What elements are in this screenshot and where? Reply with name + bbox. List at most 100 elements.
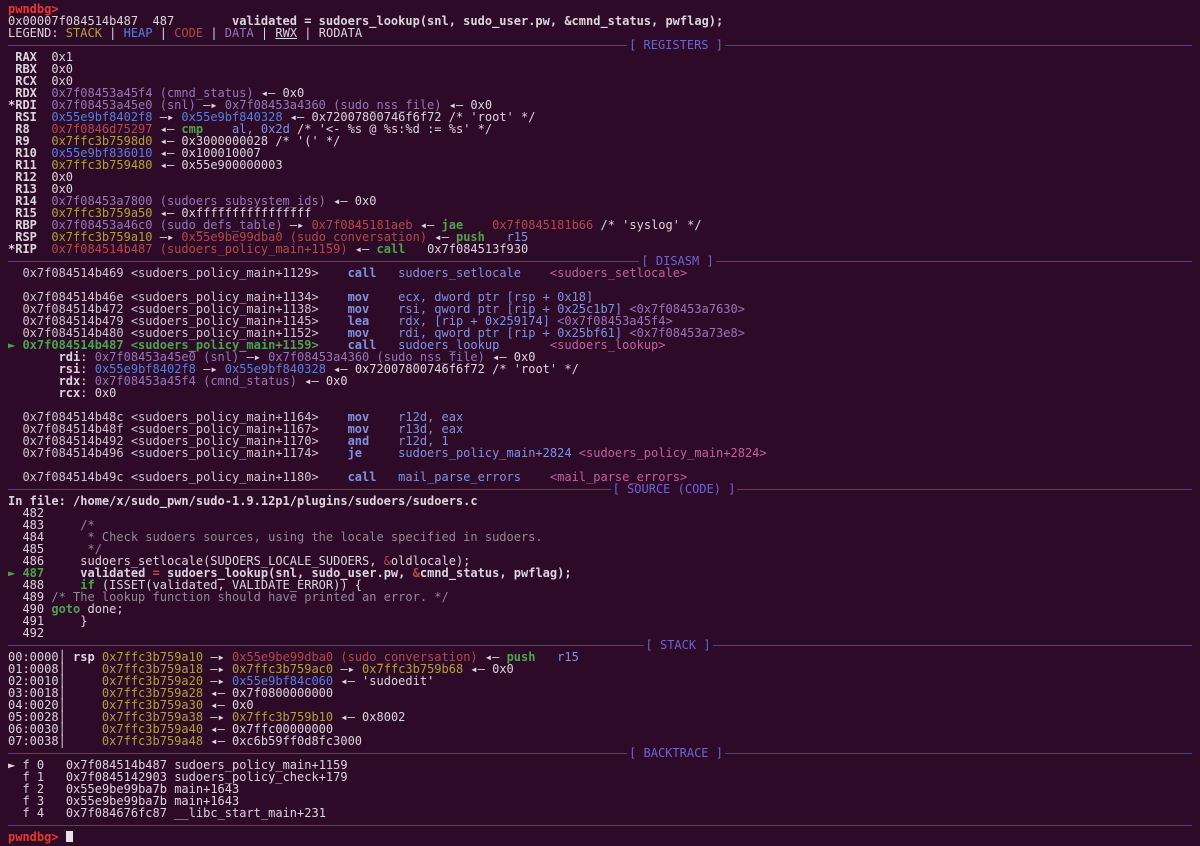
- text-segment: /* 'syslog' */: [593, 218, 701, 232]
- backtrace-frame: f 4 0x7f084676fc87 __libc_start_main+231: [8, 807, 1192, 819]
- text-segment: 0x7ffc3b759a48: [102, 734, 203, 748]
- disasm-row: 0x7f084514b49c <sudoers_policy_main+1180…: [8, 471, 1192, 483]
- text-segment: 0x7f084514b487 (sudoers_policy_main+1159…: [51, 242, 347, 256]
- terminal-screen: pwndbg>0x00007f084514b487 487 validated …: [0, 0, 1200, 846]
- text-segment: <sudoers_policy_main+2824>: [579, 446, 767, 460]
- text-segment: :: [80, 386, 94, 400]
- text-segment: call: [376, 242, 405, 256]
- text-segment: 0x7f084514b49c <sudoers_policy_main+1180…: [22, 470, 318, 484]
- divider-line: [737, 489, 1192, 490]
- text-cursor[interactable]: [66, 831, 73, 842]
- text-segment: &: [413, 566, 420, 580]
- text-segment: [319, 470, 348, 484]
- text-segment: LEGEND:: [8, 26, 66, 40]
- section-title-registers: [ REGISTERS ]: [627, 39, 725, 51]
- text-segment: [44, 806, 66, 820]
- text-segment: In file: /home/x/sudo_pwn/sudo-1.9.12p1/…: [8, 494, 478, 508]
- text-segment: cmnd_status, pwflag);: [420, 566, 572, 580]
- text-segment: sudoers_policy_main+2824: [398, 446, 571, 460]
- call-arg-row: rcx: 0x0: [8, 387, 1192, 399]
- text-segment: |: [254, 26, 276, 40]
- text-segment: je: [348, 446, 362, 460]
- text-segment: STACK: [66, 26, 102, 40]
- text-segment: 0x7f084514b469 <sudoers_policy_main+1129…: [22, 266, 318, 280]
- text-segment: 'sudoedit': [362, 674, 434, 688]
- text-segment: CODE: [174, 26, 203, 40]
- text-segment: RWX: [275, 26, 297, 40]
- stack-row: 07:0038│ 0x7ffc3b759a48 ◂— 0xc6b59ff0d8f…: [8, 735, 1192, 747]
- text-segment: 0x7f084513f930: [427, 242, 528, 256]
- text-segment: [8, 266, 22, 280]
- text-segment: ◂— 0xc6b59ff0d8fc3000: [203, 734, 362, 748]
- text-segment: 0x0: [95, 386, 117, 400]
- text-segment: ◂—: [333, 674, 362, 688]
- text-segment: [8, 386, 59, 400]
- divider-line: [716, 261, 1192, 262]
- divider-line: [8, 825, 1192, 826]
- text-segment: <sudoers_setlocale>: [550, 266, 687, 280]
- text-segment: 07:0038│: [8, 734, 102, 748]
- divider-line: [725, 753, 1192, 754]
- text-segment: [319, 266, 348, 280]
- source-row: 484 * Check sudoers sources, using the l…: [8, 531, 1192, 543]
- divider-line: [725, 45, 1192, 46]
- text-segment: HEAP: [124, 26, 153, 40]
- source-row: 489 /* The lookup function should have p…: [8, 591, 1192, 603]
- source-file-path: In file: /home/x/sudo_pwn/sudo-1.9.12p1/…: [8, 495, 1192, 507]
- text-segment: ◂— 0x72007800746f6f72 /* 'root' */: [326, 362, 579, 376]
- disasm-row: 0x7f084514b469 <sudoers_policy_main+1129…: [8, 267, 1192, 279]
- text-segment: mail_parse_errors: [398, 470, 521, 484]
- source-row: 482: [8, 507, 1192, 519]
- text-segment: call: [348, 266, 377, 280]
- text-segment: *RIP: [8, 242, 51, 256]
- text-segment: [535, 650, 557, 664]
- text-segment: ◂— 0x0: [297, 374, 348, 388]
- source-row: 492: [8, 627, 1192, 639]
- text-segment: r15: [557, 650, 579, 664]
- text-segment: [521, 470, 550, 484]
- section-title-stack: [ STACK ]: [644, 639, 713, 651]
- text-segment: [8, 470, 22, 484]
- text-segment: |: [297, 26, 319, 40]
- divider-line: [8, 753, 627, 754]
- register-row: RAX 0x1: [8, 51, 1192, 63]
- text-segment: |: [102, 26, 124, 40]
- text-segment: 0x7f08453a45f4 (cmnd_status): [95, 374, 297, 388]
- text-segment: rcx: [59, 386, 81, 400]
- text-segment: RODATA: [319, 26, 362, 40]
- command-prompt-line[interactable]: pwndbg>: [8, 831, 1192, 843]
- text-segment: call: [348, 470, 377, 484]
- text-segment: sudoers_setlocale: [398, 266, 521, 280]
- text-segment: <sudoers_lookup>: [550, 338, 666, 352]
- text-segment: 0x7f084676fc87 __libc_start_main+231: [66, 806, 326, 820]
- text-segment: [8, 806, 22, 820]
- text-segment: ◂— 0x55e900000003: [153, 158, 283, 172]
- divider-line: [8, 645, 644, 646]
- legend: LEGEND: STACK | HEAP | CODE | DATA | RWX…: [8, 27, 1192, 39]
- text-segment: ◂— 0x8002: [333, 710, 405, 724]
- section-divider-registers: [ REGISTERS ]: [8, 39, 1192, 51]
- text-segment: * Check sudoers sources, using the local…: [87, 530, 542, 544]
- register-row: R11 0x7ffc3b759480 ◂— 0x55e900000003: [8, 159, 1192, 171]
- text-segment: [376, 266, 398, 280]
- terminal-output: pwndbg>0x00007f084514b487 487 validated …: [8, 3, 1192, 819]
- text-segment: [319, 446, 348, 460]
- disasm-row: 0x7f084514b496 <sudoers_policy_main+1174…: [8, 447, 1192, 459]
- text-segment: [362, 446, 398, 460]
- source-row: 491 }: [8, 615, 1192, 627]
- call-arg-row: rdx: 0x7f08453a45f4 (cmnd_status) ◂— 0x0: [8, 375, 1192, 387]
- text-segment: [521, 266, 550, 280]
- text-segment: ◂— 0x0: [326, 194, 377, 208]
- bottom-divider: [8, 819, 1192, 831]
- text-segment: 0x7f084514b496 <sudoers_policy_main+1174…: [22, 446, 318, 460]
- section-title-source: [ SOURCE (CODE) ]: [611, 483, 738, 495]
- text-segment: |: [153, 26, 175, 40]
- text-segment: [572, 446, 579, 460]
- divider-line: [8, 45, 627, 46]
- divider-line: [8, 261, 639, 262]
- section-title-backtrace: [ BACKTRACE ]: [627, 747, 725, 759]
- register-row: *RIP 0x7f084514b487 (sudoers_policy_main…: [8, 243, 1192, 255]
- text-segment: [376, 470, 398, 484]
- register-row: R12 0x0: [8, 171, 1192, 183]
- register-row: RBX 0x0: [8, 63, 1192, 75]
